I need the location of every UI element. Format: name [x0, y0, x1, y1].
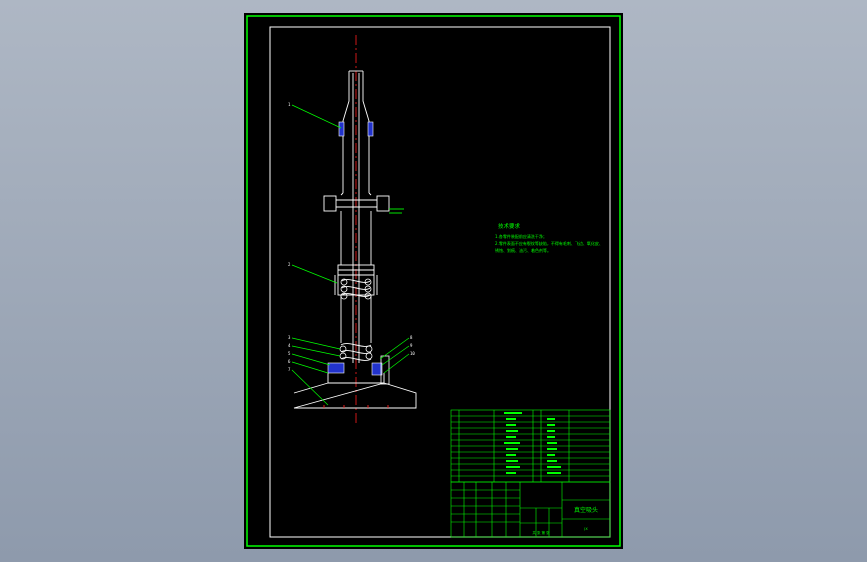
notes-line-2: 2.零件表面不应有裂纹等缺陷，不得有毛刺、飞边、氧化皮、 [495, 240, 603, 246]
spring-coil [365, 345, 373, 353]
balloon-2: 2 [288, 262, 291, 267]
notes-line-3: 锈蚀、划痕、油污、着色剂等。 [495, 247, 551, 253]
notes-heading: 技术要求 [498, 222, 521, 230]
leader-lines [291, 104, 410, 406]
balloon-10: 10 [410, 351, 415, 356]
notes-line-1: 1.各零件装配前应清洗干净； [495, 233, 547, 239]
parts-list-cells [504, 412, 561, 474]
nut-upper-right [367, 121, 374, 137]
balloon-labels: 1 2 3 4 5 6 7 8 9 10 [288, 102, 415, 372]
title-block-code: JX [583, 527, 588, 531]
flange [323, 195, 404, 265]
balloon-6: 6 [288, 359, 291, 364]
inner-frame [269, 26, 611, 538]
spring-coil [365, 352, 373, 360]
balloon-1: 1 [288, 102, 291, 107]
balloon-7: 7 [288, 367, 291, 372]
cad-drawing: 1 2 3 4 5 6 7 8 9 10 技术要求 1.各零件装配前应清洗干净；… [246, 15, 621, 547]
nut-lower-right [371, 362, 383, 376]
nut-lower [327, 362, 345, 374]
drawing-sheet: 1 2 3 4 5 6 7 8 9 10 技术要求 1.各零件装配前应清洗干净；… [244, 13, 623, 549]
balloon-8: 8 [410, 335, 413, 340]
title-block-sheets: 共 张 第 张 [532, 530, 550, 535]
balloon-3: 3 [288, 335, 291, 340]
balloon-9: 9 [410, 343, 413, 348]
outer-frame [246, 15, 621, 547]
balloon-5: 5 [288, 351, 291, 356]
balloon-4: 4 [288, 343, 291, 348]
nut-upper-left [338, 121, 345, 137]
suction-cup [293, 373, 417, 409]
title-block-name: 真空吸头 [574, 506, 598, 514]
parts-list [450, 409, 611, 483]
